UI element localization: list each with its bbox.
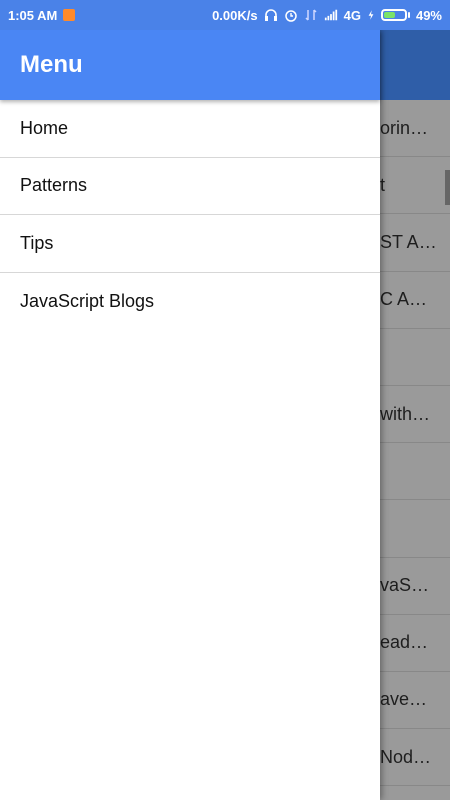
menu-item-label: JavaScript Blogs — [20, 290, 155, 311]
charging-bolt-icon — [368, 10, 374, 20]
drawer-menu: Home Patterns Tips JavaScript Blogs — [0, 100, 380, 330]
menu-item-patterns[interactable]: Patterns — [0, 158, 380, 215]
drawer-title: Menu — [20, 51, 83, 78]
menu-item-label: Home — [20, 117, 69, 138]
navigation-drawer: Menu Home Patterns Tips JavaScript Blogs — [0, 30, 380, 800]
menu-item-tips[interactable]: Tips — [0, 215, 380, 273]
background-list-item-text: orin… — [380, 117, 429, 138]
play-store-icon — [63, 9, 76, 21]
status-bar: 1:05 AM 0.00K/s 4G 49% — [0, 0, 450, 30]
signal-icon — [324, 9, 337, 21]
headphones-icon — [264, 9, 277, 21]
battery-percent: 49% — [415, 7, 442, 23]
alarm-icon — [284, 10, 297, 22]
background-list-item-text: C A… — [380, 289, 428, 310]
network-type: 4G — [343, 7, 361, 23]
background-list-item-text: ead… — [380, 632, 429, 653]
background-list-item-text: with… — [380, 403, 431, 424]
background-list-item-text: ST A… — [380, 231, 437, 252]
background-list-item-text: ave… — [380, 689, 428, 710]
menu-item-label: Patterns — [20, 175, 88, 196]
status-time: 1:05 AM — [8, 7, 58, 23]
data-transfer-icon — [305, 9, 317, 21]
menu-item-javascript-blogs[interactable]: JavaScript Blogs — [0, 273, 380, 331]
background-list-item-text: vaS… — [380, 575, 430, 596]
menu-item-home[interactable]: Home — [0, 100, 380, 158]
network-speed: 0.00K/s — [212, 7, 258, 23]
drawer-header: Menu — [0, 30, 380, 100]
background-list-item-text: Nod… — [380, 746, 432, 767]
battery-icon — [380, 9, 410, 21]
menu-item-label: Tips — [20, 232, 54, 253]
background-scrollbar — [445, 170, 450, 205]
background-list-item-text: t — [380, 174, 386, 195]
